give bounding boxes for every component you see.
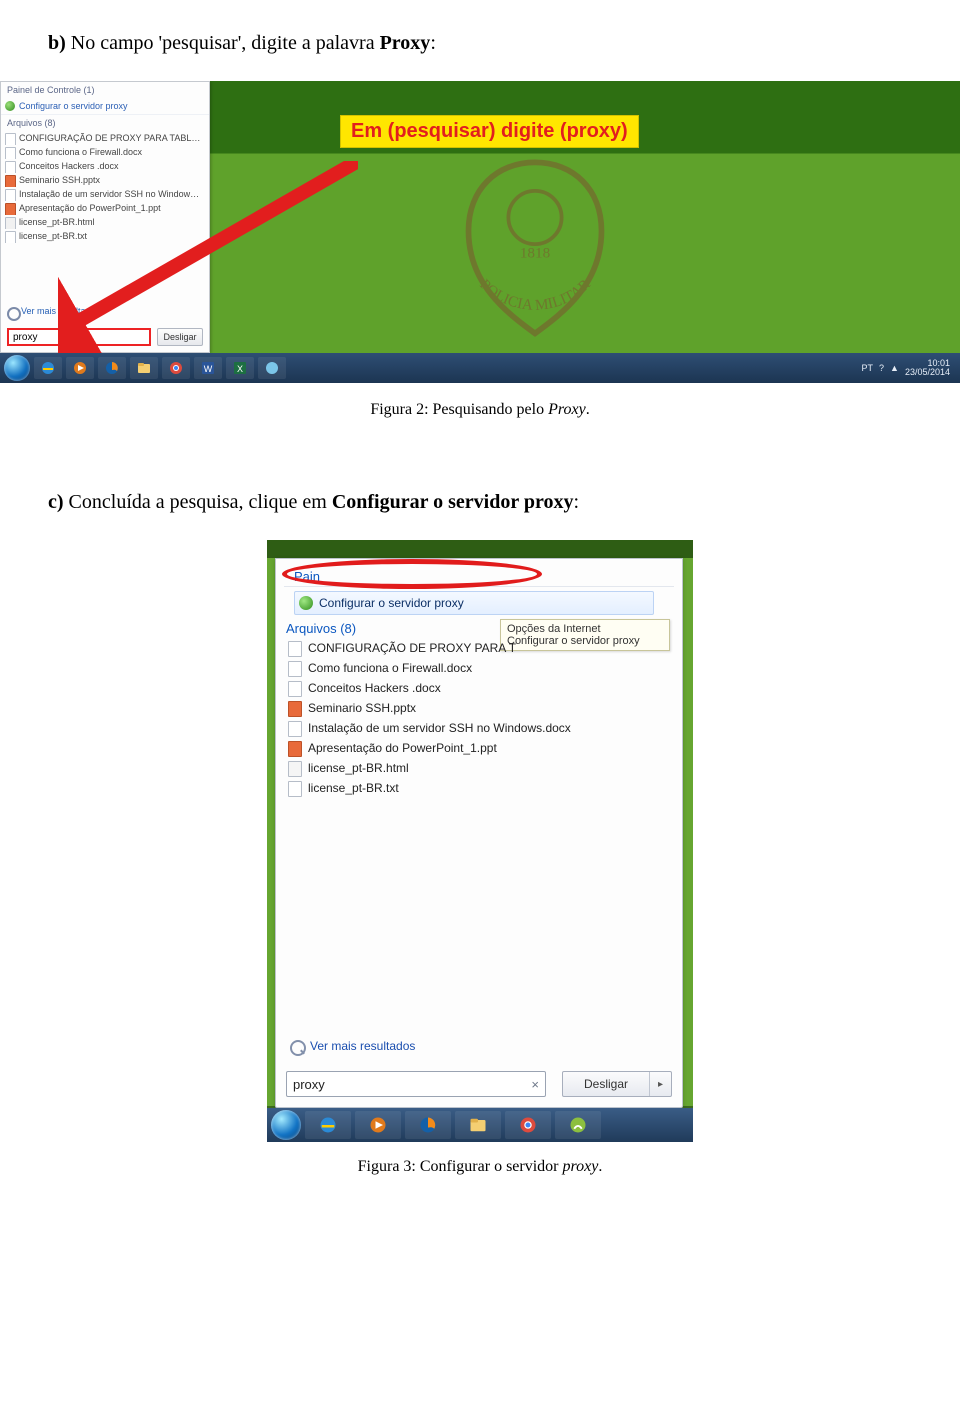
see-more-results-link[interactable]: Ver mais resultados bbox=[7, 306, 100, 316]
caption-post: . bbox=[586, 401, 590, 418]
taskbar bbox=[267, 1108, 693, 1142]
desktop-icon[interactable] bbox=[623, 542, 667, 556]
svg-text:POLICIA MILITAR: POLICIA MILITAR bbox=[476, 275, 594, 314]
clock-date: 23/05/2014 bbox=[905, 368, 950, 377]
step-c-lead: c) bbox=[48, 491, 64, 513]
start-menu-bottom-row: proxy × Desligar ▸ bbox=[286, 1071, 672, 1097]
step-c-colon: : bbox=[573, 491, 579, 513]
chrome-icon[interactable] bbox=[162, 357, 190, 379]
taskbar-app-icon[interactable] bbox=[258, 357, 286, 379]
control-panel-item-proxy[interactable]: Configurar o servidor proxy bbox=[1, 98, 209, 115]
step-b-lead: b) bbox=[48, 32, 66, 54]
firefox-icon[interactable] bbox=[405, 1111, 451, 1139]
file-item[interactable]: license_pt-BR.html bbox=[1, 215, 209, 229]
step-b-text: No campo 'pesquisar', digite a palavra bbox=[66, 32, 380, 54]
caption-italic: proxy bbox=[563, 1158, 599, 1175]
start-orb-icon[interactable] bbox=[271, 1110, 301, 1140]
file-item[interactable]: Conceitos Hackers .docx bbox=[284, 678, 674, 698]
file-item[interactable]: Instalação de um servidor SSH no Windows… bbox=[1, 187, 209, 201]
ie-icon[interactable] bbox=[34, 357, 62, 379]
file-item[interactable]: Como funciona o Firewall.docx bbox=[284, 658, 674, 678]
figure-1-screenshot: Painel de Controle (1) Configurar o serv… bbox=[0, 81, 960, 383]
file-item[interactable]: license_pt-BR.txt bbox=[1, 229, 209, 243]
shutdown-button[interactable]: Desligar ▸ bbox=[562, 1071, 672, 1097]
step-b-colon: : bbox=[430, 32, 436, 54]
caption-pre: Figura 2: Pesquisando pelo bbox=[370, 401, 548, 418]
shutdown-options-arrow-icon[interactable]: ▸ bbox=[649, 1072, 671, 1096]
svg-text:1818: 1818 bbox=[520, 244, 551, 261]
svg-text:X: X bbox=[237, 364, 243, 374]
control-panel-group-row: Pain bbox=[276, 559, 682, 591]
word-icon[interactable]: W bbox=[194, 357, 222, 379]
file-list: CONFIGURAÇÃO DE PROXY PARA T Como funcio… bbox=[276, 638, 682, 798]
step-c-tail: Configurar o servidor proxy bbox=[332, 491, 574, 513]
figure-2-caption: Figura 3: Configurar o servidor proxy. bbox=[48, 1158, 912, 1176]
figure-1-caption: Figura 2: Pesquisando pelo Proxy. bbox=[48, 401, 912, 419]
file-item[interactable]: Seminario SSH.pptx bbox=[284, 698, 674, 718]
figure-2-screenshot: Pain Configurar o servidor proxy Arquivo… bbox=[267, 540, 693, 1142]
police-badge-icon: 1818 POLICIA MILITAR bbox=[430, 151, 640, 341]
start-menu-panel: Painel de Controle (1) Configurar o serv… bbox=[0, 81, 210, 353]
start-menu-search-row: Desligar bbox=[7, 328, 203, 346]
clear-search-icon[interactable]: × bbox=[531, 1077, 539, 1092]
caption-post: . bbox=[598, 1158, 602, 1175]
file-item[interactable]: Seminario SSH.pptx bbox=[1, 173, 209, 187]
chrome-icon[interactable] bbox=[505, 1111, 551, 1139]
desktop-icons-strip bbox=[267, 540, 693, 558]
control-panel-item-proxy[interactable]: Configurar o servidor proxy bbox=[294, 591, 654, 615]
svg-text:W: W bbox=[204, 364, 213, 374]
caption-italic: Proxy bbox=[548, 401, 586, 418]
annotation-ellipse-icon bbox=[282, 559, 542, 589]
start-menu-panel: Pain Configurar o servidor proxy Arquivo… bbox=[275, 558, 683, 1108]
file-item[interactable]: license_pt-BR.html bbox=[284, 758, 674, 778]
taskbar-clock[interactable]: 10:01 23/05/2014 bbox=[905, 359, 950, 378]
system-tray: PT ? ▲ 10:01 23/05/2014 bbox=[862, 359, 957, 378]
media-player-icon[interactable] bbox=[355, 1111, 401, 1139]
search-input[interactable]: proxy × bbox=[286, 1071, 546, 1097]
taskbar: W X PT ? ▲ 10:01 23/05/2014 bbox=[0, 353, 960, 383]
file-item[interactable]: license_pt-BR.txt bbox=[284, 778, 674, 798]
file-item[interactable]: CONFIGURAÇÃO DE PROXY PARA T bbox=[284, 638, 674, 658]
control-panel-group-header: Painel de Controle (1) bbox=[1, 82, 209, 98]
desktop-icon[interactable] bbox=[539, 542, 583, 556]
search-input[interactable] bbox=[7, 328, 151, 346]
tray-icon[interactable]: ▲ bbox=[890, 363, 899, 373]
language-indicator[interactable]: PT bbox=[862, 363, 874, 373]
step-b-heading: b) No campo 'pesquisar', digite a palavr… bbox=[48, 30, 912, 57]
annotation-callout: Em (pesquisar) digite (proxy) bbox=[340, 115, 639, 148]
start-orb-icon[interactable] bbox=[4, 355, 30, 381]
see-more-results-link[interactable]: Ver mais resultados bbox=[290, 1039, 415, 1053]
caption-pre: Figura 3: Configurar o servidor bbox=[358, 1158, 563, 1175]
app-icon[interactable] bbox=[555, 1111, 601, 1139]
step-b-tail: Proxy bbox=[380, 32, 431, 54]
step-c-text: Concluída a pesquisa, clique em bbox=[64, 491, 332, 513]
step-c-heading: c) Concluída a pesquisa, clique em Confi… bbox=[48, 489, 912, 516]
firefox-icon[interactable] bbox=[98, 357, 126, 379]
desktop-icon[interactable] bbox=[455, 542, 499, 556]
media-player-icon[interactable] bbox=[66, 357, 94, 379]
tooltip-line1: Opções da Internet bbox=[507, 623, 663, 635]
help-icon[interactable]: ? bbox=[879, 363, 884, 373]
files-group-header: Arquivos (8) bbox=[1, 115, 209, 131]
file-item[interactable]: Apresentação do PowerPoint_1.ppt bbox=[1, 201, 209, 215]
desktop-icon[interactable] bbox=[287, 542, 331, 556]
search-value: proxy bbox=[293, 1077, 325, 1092]
file-item[interactable]: Como funciona o Firewall.docx bbox=[1, 145, 209, 159]
desktop-icon[interactable] bbox=[371, 542, 415, 556]
explorer-icon[interactable] bbox=[130, 357, 158, 379]
shutdown-button[interactable]: Desligar bbox=[157, 328, 203, 346]
explorer-icon[interactable] bbox=[455, 1111, 501, 1139]
ie-icon[interactable] bbox=[305, 1111, 351, 1139]
file-item[interactable]: Instalação de um servidor SSH no Windows… bbox=[284, 718, 674, 738]
file-item[interactable]: CONFIGURAÇÃO DE PROXY PARA TABLET.txt bbox=[1, 131, 209, 145]
file-item[interactable]: Conceitos Hackers .docx bbox=[1, 159, 209, 173]
excel-icon[interactable]: X bbox=[226, 357, 254, 379]
shutdown-label: Desligar bbox=[563, 1077, 649, 1091]
file-item[interactable]: Apresentação do PowerPoint_1.ppt bbox=[284, 738, 674, 758]
